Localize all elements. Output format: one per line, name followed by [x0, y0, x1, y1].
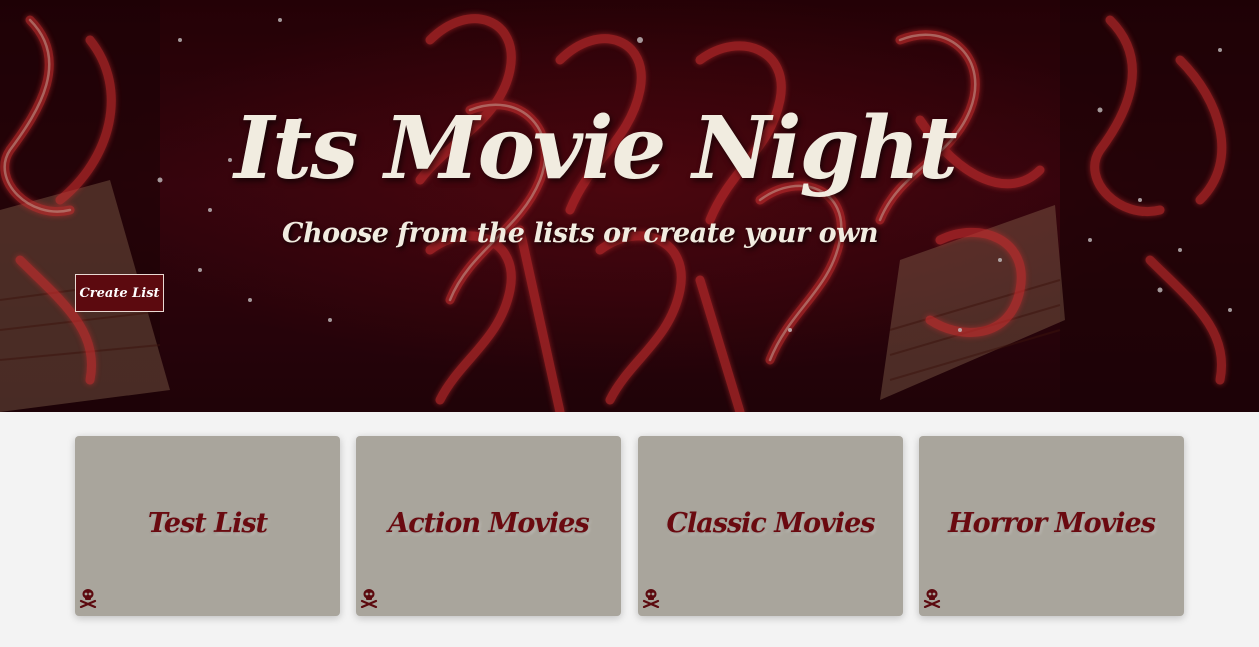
list-card-horror-movies[interactable]: Horror Movies — [919, 436, 1184, 616]
list-card-classic-movies[interactable]: Classic Movies — [638, 436, 903, 616]
list-card-title: Test List — [147, 508, 268, 539]
skull-crossbones-icon[interactable] — [642, 588, 660, 608]
page-subtitle: Choose from the lists or create your own — [281, 218, 879, 249]
list-card-test-list[interactable]: Test List — [75, 436, 340, 616]
list-card-title: Action Movies — [388, 508, 589, 539]
skull-crossbones-icon[interactable] — [360, 588, 378, 608]
movie-lists: Test List Action Movies Classic Movies H… — [75, 436, 1185, 616]
list-card-title: Horror Movies — [948, 508, 1156, 539]
hero-overlay — [0, 0, 1259, 412]
create-list-button[interactable]: Create List — [75, 274, 164, 312]
list-card-action-movies[interactable]: Action Movies — [356, 436, 621, 616]
page-title: Its Movie Night — [234, 98, 958, 199]
skull-crossbones-icon[interactable] — [79, 588, 97, 608]
hero-banner: Its Movie Night Choose from the lists or… — [0, 0, 1259, 412]
list-card-title: Classic Movies — [666, 508, 876, 539]
skull-crossbones-icon[interactable] — [923, 588, 941, 608]
